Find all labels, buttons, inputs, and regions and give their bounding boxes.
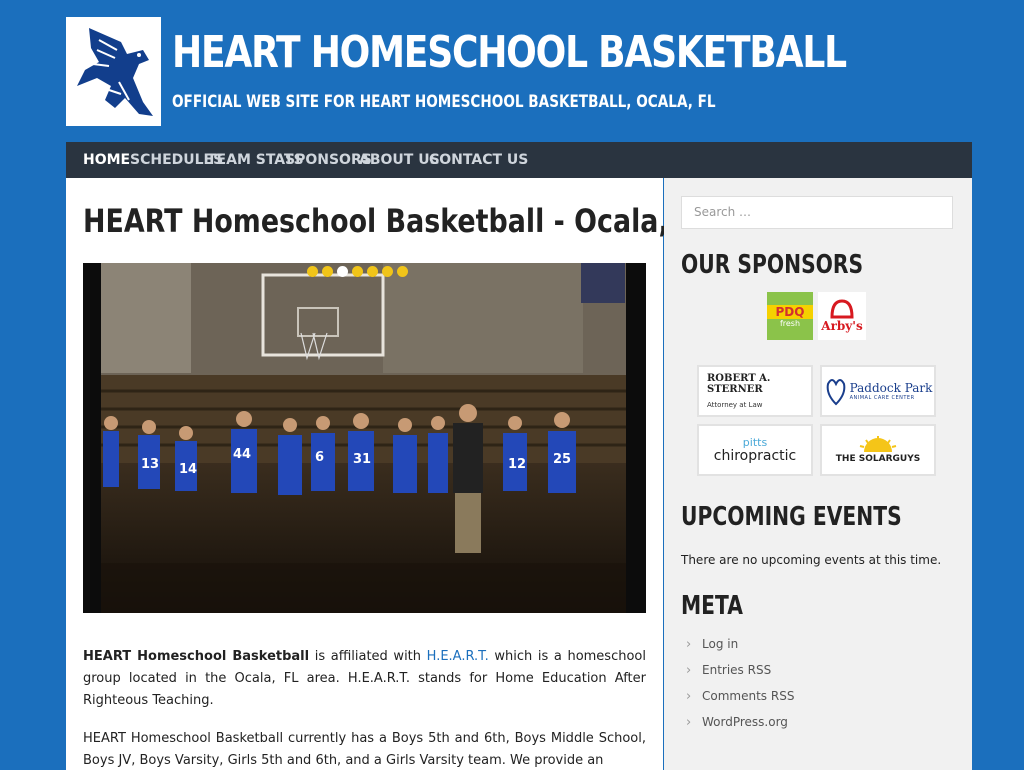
nav-contact-us[interactable]: CONTACT US: [429, 152, 528, 168]
slider-dot[interactable]: [322, 266, 333, 277]
sponsor-paddock-park[interactable]: Paddock Park ANIMAL CARE CENTER: [820, 365, 936, 417]
slider-dot-active[interactable]: [337, 266, 348, 277]
intro-paragraph: HEART Homeschool Basketball is affiliate…: [83, 646, 646, 712]
events-widget-title: UPCOMING EVENTS: [681, 502, 902, 532]
chevron-right-icon: ›: [686, 688, 692, 704]
eagle-logo-icon: [76, 27, 153, 116]
svg-text:13: 13: [141, 457, 159, 472]
main-content: HEART Homeschool Basketball - Ocala, FL: [66, 178, 713, 770]
sponsors-widget-title: OUR SPONSORS: [681, 250, 864, 280]
meta-list: › Log in › Entries RSS › Comments RSS › Word…: [686, 631, 794, 735]
sponsor-pitts-chiropractic[interactable]: pitts chiropractic: [697, 424, 813, 476]
meta-item: › Entries RSS: [686, 657, 794, 683]
sterner-sub: Attorney at Law: [707, 401, 763, 409]
main-nav: HOME SCHEDULES TEAM STATS SPONSORS ABOUT…: [66, 142, 972, 178]
sponsor-arbys[interactable]: Arby's: [818, 292, 866, 340]
sponsor-pdq[interactable]: PDQ fresh: [767, 292, 813, 340]
heart-outline-icon: [826, 379, 845, 406]
pdq-logo-sub: fresh: [779, 318, 801, 328]
pdq-logo-text: PDQ: [767, 304, 813, 319]
intro-text-a: is affiliated with: [309, 649, 427, 664]
svg-text:6: 6: [315, 450, 324, 465]
meta-comments-rss-link[interactable]: Comments RSS: [702, 689, 794, 703]
photo-slider[interactable]: 13 14 44 6 31 12 25: [83, 263, 646, 613]
sterner-name: ROBERT A. STERNER: [707, 373, 771, 395]
site-title[interactable]: HEART HOMESCHOOL BASKETBALL: [172, 27, 847, 79]
slider-dot[interactable]: [397, 266, 408, 277]
slider-dot[interactable]: [352, 266, 363, 277]
sponsor-solar-guys[interactable]: THE SOLARGUYS: [820, 424, 936, 476]
slider-dot[interactable]: [367, 266, 378, 277]
site-tagline: OFFICIAL WEB SITE FOR HEART HOMESCHOOL B…: [172, 92, 716, 112]
svg-text:25: 25: [553, 452, 571, 467]
page-content: HEART Homeschool Basketball is affiliate…: [83, 646, 646, 770]
svg-text:14: 14: [179, 462, 197, 477]
slider-dots: [307, 266, 408, 277]
arbys-hat-icon: [830, 299, 854, 319]
svg-text:31: 31: [353, 452, 371, 467]
chevron-right-icon: ›: [686, 636, 692, 652]
slider-dot[interactable]: [382, 266, 393, 277]
paddock-name: Paddock Park: [849, 381, 933, 395]
meta-wordpress-link[interactable]: WordPress.org: [702, 715, 788, 729]
sidebar: Search … OUR SPONSORS PDQ fresh Arby's R…: [664, 178, 972, 770]
teams-paragraph: HEART Homeschool Basketball currently ha…: [83, 731, 646, 768]
site-logo[interactable]: [66, 17, 161, 126]
meta-entries-rss-link[interactable]: Entries RSS: [702, 663, 771, 677]
pitts-top: pitts: [742, 435, 768, 449]
pitts-main: chiropractic: [713, 447, 797, 464]
paddock-sub: ANIMAL CARE CENTER: [849, 395, 915, 401]
search-input[interactable]: Search …: [681, 196, 953, 229]
sun-icon: [859, 436, 897, 452]
meta-item: › Log in: [686, 631, 794, 657]
meta-item: › Comments RSS: [686, 683, 794, 709]
slider-image: 13 14 44 6 31 12 25: [83, 263, 646, 613]
meta-widget-title: META: [681, 591, 743, 621]
chevron-right-icon: ›: [686, 662, 692, 678]
nav-about-us[interactable]: ABOUT US: [359, 152, 440, 168]
nav-home[interactable]: HOME: [83, 152, 130, 168]
arbys-logo-text: Arby's: [821, 319, 863, 333]
chevron-right-icon: ›: [686, 714, 692, 730]
slider-dot[interactable]: [307, 266, 318, 277]
svg-text:44: 44: [233, 447, 251, 462]
no-events-text: There are no upcoming events at this tim…: [681, 553, 942, 567]
meta-item: › WordPress.org: [686, 709, 794, 735]
solar-logo-text: THE SOLARGUYS: [835, 454, 921, 464]
heart-link[interactable]: H.E.A.R.T.: [427, 649, 489, 664]
page-title: HEART Homeschool Basketball - Ocala, FL: [83, 202, 714, 240]
sponsor-robert-sterner[interactable]: ROBERT A. STERNER Attorney at Law: [697, 365, 813, 417]
intro-strong: HEART Homeschool Basketball: [83, 649, 310, 664]
svg-text:12: 12: [508, 457, 526, 472]
meta-login-link[interactable]: Log in: [702, 637, 738, 651]
